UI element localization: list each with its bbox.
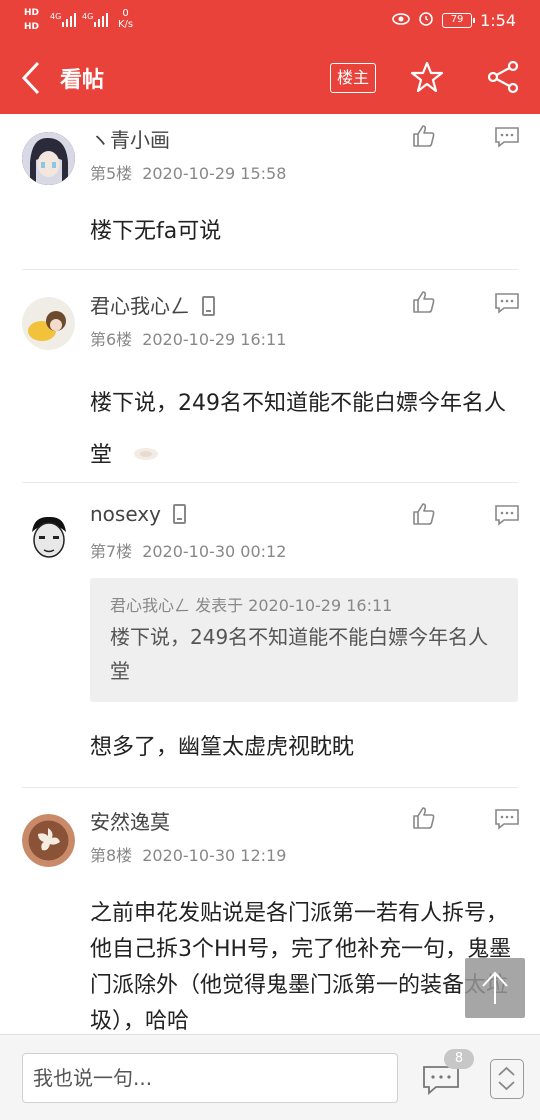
post-time: 2020-10-29 15:58 <box>142 164 287 183</box>
svg-text:4G: 4G <box>50 12 61 21</box>
avatar[interactable] <box>22 132 75 185</box>
mobile-phone-icon <box>172 504 186 524</box>
username[interactable]: 君心我心ㄥ <box>90 294 190 318</box>
quoted-reply[interactable]: 君心我心ㄥ 发表于 2020-10-29 16:11 楼下说，249名不知道能不… <box>90 578 518 702</box>
floor-number: 第8楼 <box>90 846 133 865</box>
post-time: 2020-10-29 16:11 <box>142 330 287 349</box>
share-icon[interactable] <box>486 60 520 94</box>
reply-comment-icon[interactable] <box>494 292 520 314</box>
floor-number: 第5楼 <box>90 164 133 183</box>
post-meta: 第5楼 2020-10-29 15:58 <box>90 160 286 184</box>
favorite-star-icon[interactable] <box>410 60 444 94</box>
comment-count-badge: 8 <box>444 1049 474 1069</box>
reply-comment-icon[interactable] <box>494 504 520 526</box>
status-right: 79 1:54 <box>392 10 516 30</box>
post-meta: 第7楼 2020-10-30 00:12 <box>90 538 286 562</box>
clock-time: 1:54 <box>480 10 516 30</box>
reply-input[interactable]: 我也说一句... <box>22 1053 398 1103</box>
mobile-phone-icon <box>202 296 215 316</box>
post-floor-5: ヽ青小画 第5楼 2020-10-29 15:58 楼下无fa可说 <box>0 114 540 270</box>
signal-icon: 4G <box>50 12 78 31</box>
page-title: 看帖 <box>60 68 105 93</box>
avatar[interactable] <box>22 297 75 350</box>
signal-icon-2: 4G <box>82 12 110 31</box>
avatar[interactable] <box>22 814 75 867</box>
net-speed-unit: K/s <box>118 19 134 30</box>
quote-text: 楼下说，249名不知道能不能白嫖今年名人堂 <box>110 625 489 683</box>
sim1-label: HD <box>24 8 40 18</box>
battery-icon: 79 <box>442 12 476 28</box>
floor-number: 第7楼 <box>90 542 133 561</box>
bottom-reply-bar: 我也说一句... 8 <box>0 1034 540 1120</box>
username-row: nosexy <box>90 502 186 526</box>
floor-number: 第6楼 <box>90 330 133 349</box>
post-body: 想多了，幽篁太虚虎视眈眈 <box>90 735 355 760</box>
eye-icon <box>392 11 410 30</box>
nav-bar: 看帖 楼主 <box>0 50 540 106</box>
arrow-up-icon <box>479 970 511 1010</box>
post-body: 楼下说，249名不知道能不能白嫖今年名人堂 <box>90 378 520 482</box>
sim2-label: HD <box>24 22 40 32</box>
alarm-icon <box>418 10 434 30</box>
divider <box>22 787 518 788</box>
quote-header: 君心我心ㄥ 发表于 2020-10-29 16:11 <box>110 596 393 615</box>
thumbs-up-icon[interactable] <box>412 806 436 830</box>
username[interactable]: nosexy <box>90 502 161 526</box>
back-arrow-icon[interactable] <box>18 60 48 96</box>
username[interactable]: ヽ青小画 <box>90 124 170 153</box>
louzhu-filter-button[interactable]: 楼主 <box>330 63 376 93</box>
post-time: 2020-10-30 12:19 <box>142 846 287 865</box>
username-row: 君心我心ㄥ <box>90 290 215 319</box>
emoji-icon <box>133 430 159 482</box>
post-body: 楼下无fa可说 <box>90 219 222 244</box>
top-app-bar: HD HD 4G 4G 0 K/s 79 1:54 看帖 楼主 <box>0 0 540 114</box>
avatar[interactable] <box>22 510 75 563</box>
username[interactable]: 安然逸莫 <box>90 806 170 835</box>
net-speed: 0 K/s <box>118 8 133 30</box>
post-floor-7: nosexy 第7楼 2020-10-30 00:12 君心我心ㄥ 发表于 202… <box>0 488 540 786</box>
reply-comment-icon[interactable] <box>494 126 520 148</box>
post-meta: 第6楼 2020-10-29 16:11 <box>90 326 286 350</box>
scroll-to-top-button[interactable] <box>465 958 525 1018</box>
status-bar: HD HD 4G 4G 0 K/s 79 1:54 <box>0 0 540 42</box>
post-body: 之前申花发贴说是各门派第一若有人拆号，他自己拆3个HH号，完了他补充一句，鬼墨门… <box>90 901 512 1034</box>
net-speed-value: 0 <box>122 8 129 19</box>
post-meta: 第8楼 2020-10-30 12:19 <box>90 842 286 866</box>
post-floor-8: 安然逸莫 第8楼 2020-10-30 12:19 之前申花发贴说是各门派第一若有… <box>0 792 540 1034</box>
divider <box>22 482 518 483</box>
reply-comment-icon[interactable] <box>494 808 520 830</box>
svg-text:4G: 4G <box>82 12 93 21</box>
page-switch-icon[interactable] <box>490 1059 524 1099</box>
post-time: 2020-10-30 00:12 <box>142 542 287 561</box>
thumbs-up-icon[interactable] <box>412 124 436 148</box>
thumbs-up-icon[interactable] <box>412 502 436 526</box>
divider <box>22 269 518 270</box>
post-floor-6: 君心我心ㄥ 第6楼 2020-10-29 16:11 楼下说，249名不知道能不能… <box>0 276 540 482</box>
thumbs-up-icon[interactable] <box>412 290 436 314</box>
